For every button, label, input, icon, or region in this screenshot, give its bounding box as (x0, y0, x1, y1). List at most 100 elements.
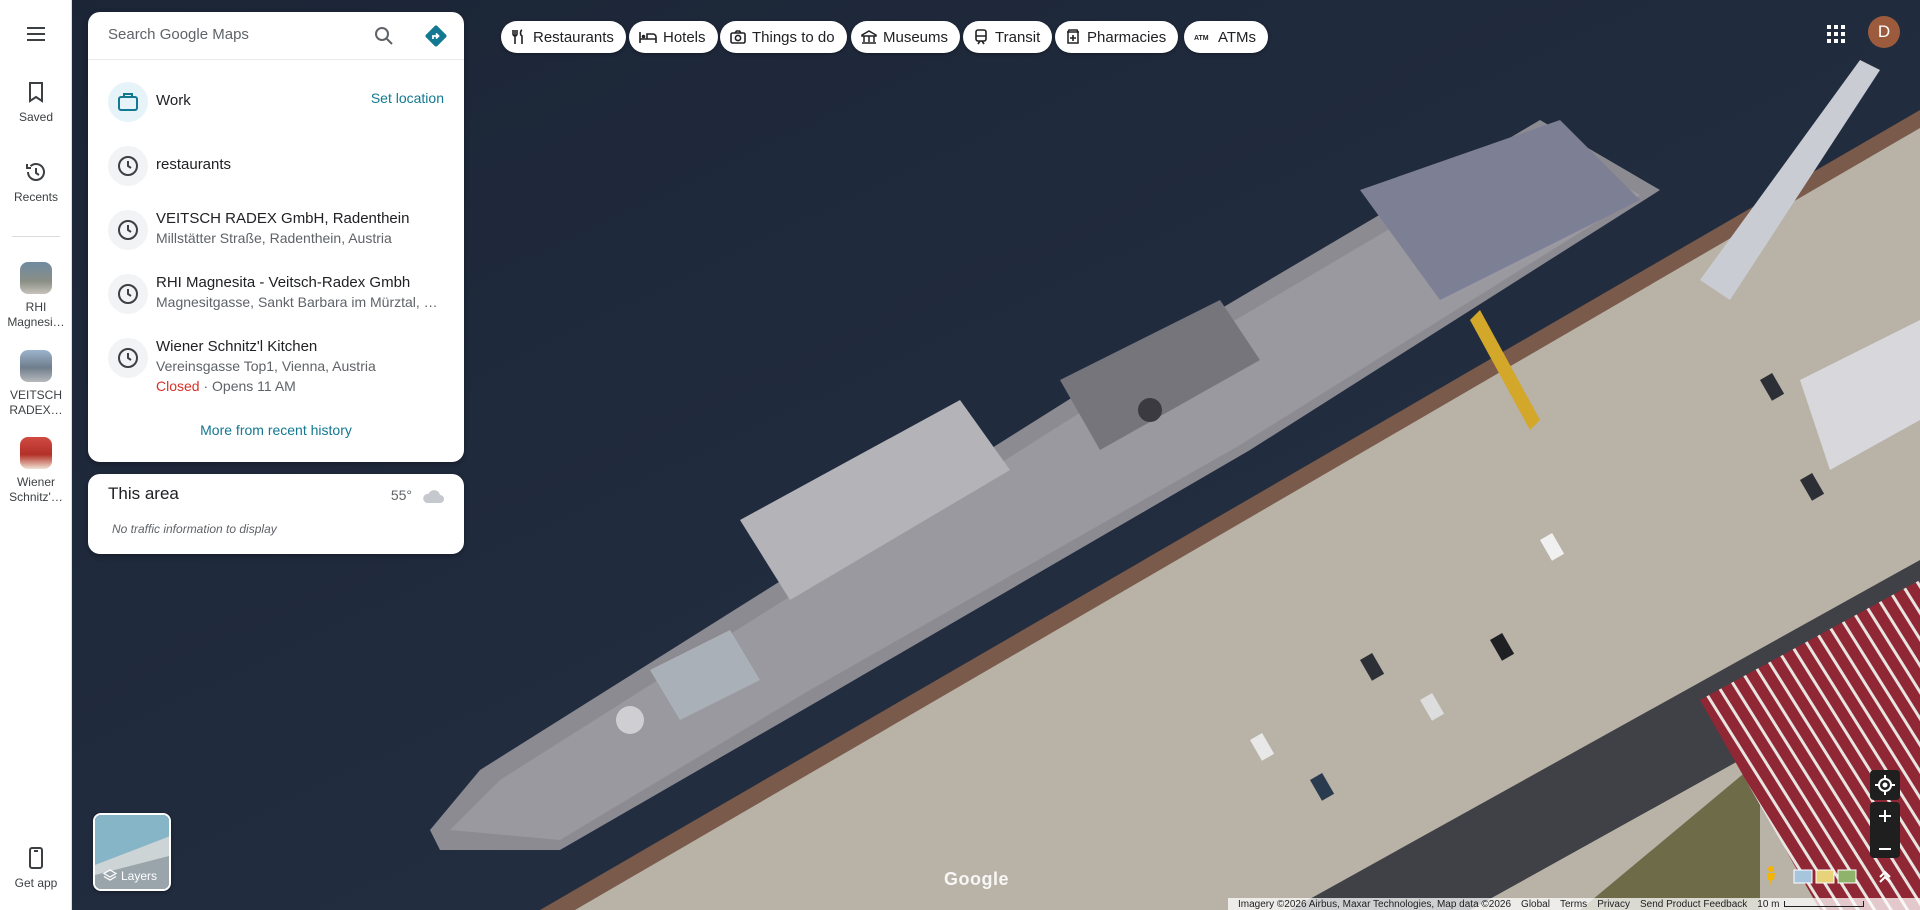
history-item[interactable]: VEITSCH RADEX GmbH, Radenthein Millstätt… (88, 206, 464, 254)
footer-link-terms[interactable]: Terms (1560, 899, 1587, 910)
work-icon-wrap (108, 82, 148, 122)
chip-label: Museums (883, 28, 949, 46)
google-logo: Google (944, 869, 1009, 889)
chip-label: Pharmacies (1087, 28, 1167, 46)
chip-transit[interactable]: Transit (963, 21, 1053, 53)
clock-icon (118, 156, 138, 176)
place-thumbnail (20, 437, 52, 469)
rail-divider (12, 236, 60, 237)
search-icon[interactable] (372, 24, 396, 48)
saved-button[interactable]: Saved (0, 80, 72, 124)
attribution: Imagery ©2026 Airbus, Maxar Technologies… (1238, 898, 1512, 910)
chip-label: Transit (995, 28, 1041, 46)
closed-status: Closed (156, 378, 200, 394)
recent-place-wiener[interactable]: Wiener Schnitz'… (0, 437, 72, 505)
zoom-in-icon[interactable] (1870, 802, 1900, 830)
map-type-thumbnails[interactable] (1792, 864, 1862, 888)
recent-place-label: VEITSCH RADEX… (9, 388, 63, 417)
side-rail: Saved Recents RHI Magnesi… VEITSCH RADEX… (0, 0, 72, 910)
area-title: This area (108, 484, 179, 503)
zoom-out-icon[interactable] (1870, 835, 1900, 863)
hours-status: Closed · Opens 11 AM (156, 378, 296, 394)
cloud-icon (423, 490, 444, 503)
recent-place-label: RHI Magnesi… (7, 300, 65, 329)
search-input[interactable] (108, 26, 358, 43)
recent-place-veitsch[interactable]: VEITSCH RADEX… (0, 350, 72, 418)
history-item[interactable]: restaurants (88, 142, 464, 190)
history-item[interactable]: RHI Magnesita - Veitsch-Radex Gmbh Magne… (88, 270, 464, 318)
recent-place-rhi[interactable]: RHI Magnesi… (0, 262, 72, 330)
chip-atms[interactable]: ATM ATMs (1184, 21, 1269, 53)
recents-button[interactable]: Recents (0, 160, 72, 204)
history-title: Wiener Schnitz'l Kitchen (156, 338, 318, 355)
expand-controls-button[interactable] (1870, 864, 1900, 888)
clock-icon (118, 348, 138, 368)
history-subtitle: Vereinsgasse Top1, Vienna, Austria (156, 358, 376, 374)
fork-knife-icon (512, 29, 523, 44)
clock-icon (118, 284, 138, 304)
crosshair-icon (1875, 775, 1895, 795)
set-location-link[interactable]: Set location (371, 90, 444, 106)
history-icon (26, 163, 45, 181)
chip-things-to-do[interactable]: Things to do (720, 21, 847, 53)
temperature: 55° (390, 487, 412, 503)
get-app-label: Get app (14, 876, 58, 890)
zoom-controls (1870, 802, 1900, 858)
scale-label[interactable]: 10 m (1757, 899, 1779, 910)
chip-label: Restaurants (533, 28, 614, 46)
svg-text:ATM: ATM (1194, 35, 1209, 42)
place-thumbnail (20, 262, 52, 294)
briefcase-icon (118, 93, 138, 111)
pharmacy-icon (1067, 29, 1079, 44)
area-card[interactable]: This area 55° No traffic information to … (88, 474, 464, 554)
footer-link-global[interactable]: Global (1521, 899, 1550, 910)
search-panel: Work Set location restaurants VEITSCH RA… (88, 12, 464, 462)
history-subtitle: Magnesitgasse, Sankt Barbara im Mürztal,… (156, 294, 438, 310)
recents-label: Recents (13, 190, 59, 204)
history-subtitle: Millstätter Straße, Radenthein, Austria (156, 230, 392, 246)
opens-time: · Opens 11 AM (199, 378, 296, 394)
history-icon-wrap (108, 146, 148, 186)
apps-grid-icon[interactable] (1822, 20, 1850, 48)
work-label: Work (156, 92, 191, 109)
museum-icon (861, 30, 877, 44)
history-icon-wrap (108, 210, 148, 250)
scale-bar (1783, 901, 1864, 907)
chevron-up-icon (1879, 870, 1891, 883)
map-footer: Imagery ©2026 Airbus, Maxar Technologies… (1228, 898, 1920, 910)
atm-icon: ATM (1194, 35, 1209, 42)
chip-pharmacies[interactable]: Pharmacies (1055, 21, 1179, 53)
directions-icon[interactable] (424, 24, 448, 48)
more-history-link[interactable]: More from recent history (88, 422, 464, 438)
chip-museums[interactable]: Museums (851, 21, 961, 53)
layers-label: Layers (121, 869, 158, 883)
chip-label: ATMs (1218, 28, 1257, 46)
my-location-button[interactable] (1870, 770, 1900, 800)
chip-restaurants[interactable]: Restaurants (501, 21, 626, 53)
chip-hotels[interactable]: Hotels (629, 21, 718, 53)
history-title: restaurants (156, 156, 232, 173)
layers-button[interactable]: Layers (93, 813, 171, 891)
search-bar (88, 12, 464, 60)
history-item[interactable]: Wiener Schnitz'l Kitchen Vereinsgasse To… (88, 334, 464, 402)
phone-icon (29, 847, 43, 869)
pegman-icon[interactable] (1760, 864, 1782, 888)
get-app-button[interactable]: Get app (0, 846, 72, 890)
layers-label-wrap: Layers (103, 869, 157, 883)
history-icon-wrap (108, 338, 148, 378)
footer-link-privacy[interactable]: Privacy (1597, 899, 1630, 910)
bed-icon (639, 32, 657, 43)
train-icon (975, 29, 987, 45)
hamburger-menu-icon (27, 27, 45, 41)
clock-icon (118, 220, 138, 240)
bookmark-icon (29, 82, 43, 103)
account-avatar[interactable]: D (1868, 16, 1900, 48)
camera-icon (730, 30, 746, 44)
place-thumbnail (20, 350, 52, 382)
history-title: VEITSCH RADEX GmbH, Radenthein (156, 210, 410, 227)
chip-label: Things to do (752, 28, 835, 46)
footer-link-feedback[interactable]: Send Product Feedback (1640, 899, 1747, 910)
history-icon-wrap (108, 274, 148, 314)
menu-button[interactable] (0, 22, 72, 52)
traffic-info: No traffic information to display (112, 522, 277, 536)
